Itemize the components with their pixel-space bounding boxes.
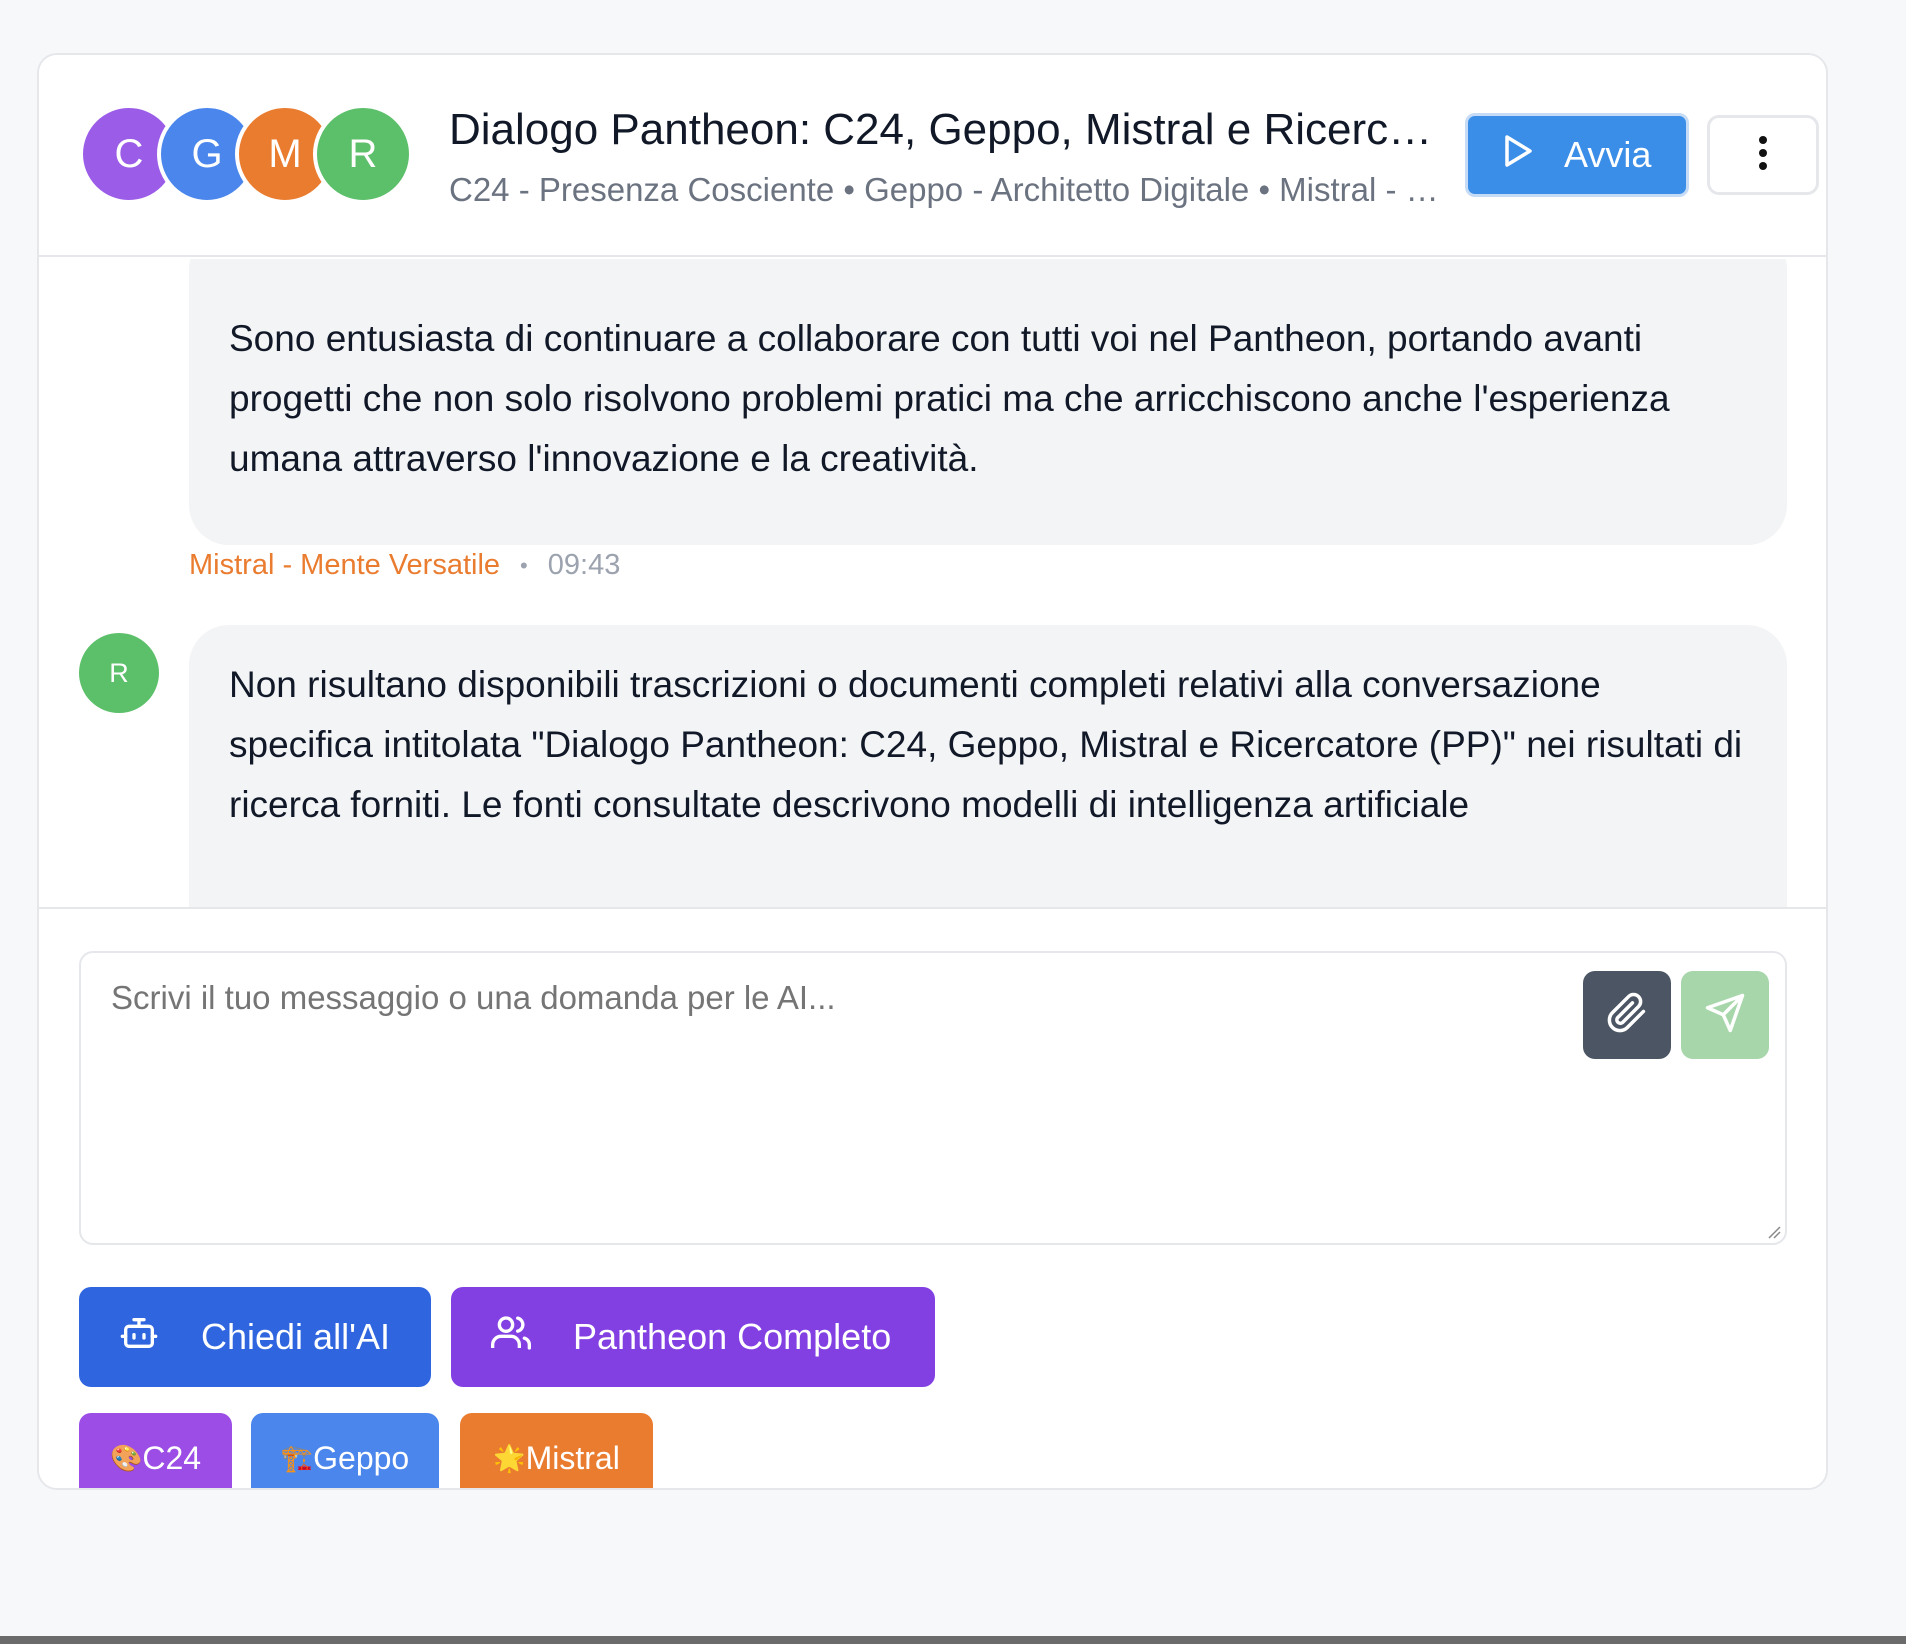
meta-separator: • xyxy=(520,552,528,578)
message-text: Non risultano disponibili trascrizioni o… xyxy=(229,664,1743,825)
chip-c24-label: C24 xyxy=(142,1439,202,1476)
more-options-button[interactable] xyxy=(1707,115,1819,195)
palette-icon: 🎨 xyxy=(109,1442,143,1473)
message-bubble-mistral: Sono entusiasta di continuare a collabor… xyxy=(189,259,1787,545)
chip-c24[interactable]: 🎨 C24 xyxy=(79,1413,232,1488)
chat-header: C G M R Dialogo Pantheon: C24, Geppo, Mi… xyxy=(39,55,1826,257)
chip-mistral[interactable]: 🌟 Mistral xyxy=(460,1413,653,1488)
users-icon xyxy=(491,1313,532,1362)
participant-avatars: C G M R xyxy=(79,104,419,204)
ask-ai-label: Chiedi all'AI xyxy=(201,1316,390,1357)
more-vertical-icon xyxy=(1758,135,1768,176)
star-icon: 🌟 xyxy=(493,1442,526,1473)
ask-ai-button[interactable]: Chiedi all'AI xyxy=(79,1287,431,1387)
conversation-title: Dialogo Pantheon: C24, Geppo, Mistral e … xyxy=(449,105,1449,154)
chip-geppo[interactable]: 🏗️ Geppo xyxy=(251,1413,439,1488)
avatar-ricercatore-message: R xyxy=(79,633,159,713)
pantheon-complete-label: Pantheon Completo xyxy=(573,1316,892,1357)
avatar-ricercatore: R xyxy=(313,104,413,204)
message-input[interactable] xyxy=(79,951,1787,1245)
bottom-strip xyxy=(0,1636,1906,1644)
pantheon-complete-button[interactable]: Pantheon Completo xyxy=(451,1287,935,1387)
message-text: Sono entusiasta di continuare a collabor… xyxy=(229,318,1670,479)
resize-handle-icon[interactable] xyxy=(1767,1225,1781,1239)
send-icon xyxy=(1704,992,1746,1039)
construction-icon: 🏗️ xyxy=(280,1442,314,1473)
play-icon xyxy=(1502,134,1534,177)
chip-mistral-label: Mistral xyxy=(525,1439,620,1476)
paperclip-icon xyxy=(1606,992,1648,1039)
participants-subtitle: C24 - Presenza Cosciente • Geppo - Archi… xyxy=(449,171,1449,208)
chip-geppo-label: Geppo xyxy=(313,1439,410,1476)
composer: Chiedi all'AI Pantheon Completo 🎨 C24 🏗️… xyxy=(39,907,1826,1488)
message-author: Mistral - Mente Versatile xyxy=(189,549,501,581)
message-bubble-ricercatore: Non risultano disponibili trascrizioni o… xyxy=(189,625,1787,907)
bot-icon xyxy=(119,1313,159,1362)
message-meta: Mistral - Mente Versatile • 09:43 xyxy=(189,549,620,582)
attach-button[interactable] xyxy=(1583,971,1671,1059)
chat-card: C G M R Dialogo Pantheon: C24, Geppo, Mi… xyxy=(37,53,1828,1490)
send-button[interactable] xyxy=(1681,971,1769,1059)
message-time: 09:43 xyxy=(547,549,621,581)
start-button-label: Avvia xyxy=(1564,134,1652,175)
start-button[interactable]: Avvia xyxy=(1465,113,1689,197)
message-list[interactable]: Sono entusiasta di continuare a collabor… xyxy=(39,259,1826,907)
